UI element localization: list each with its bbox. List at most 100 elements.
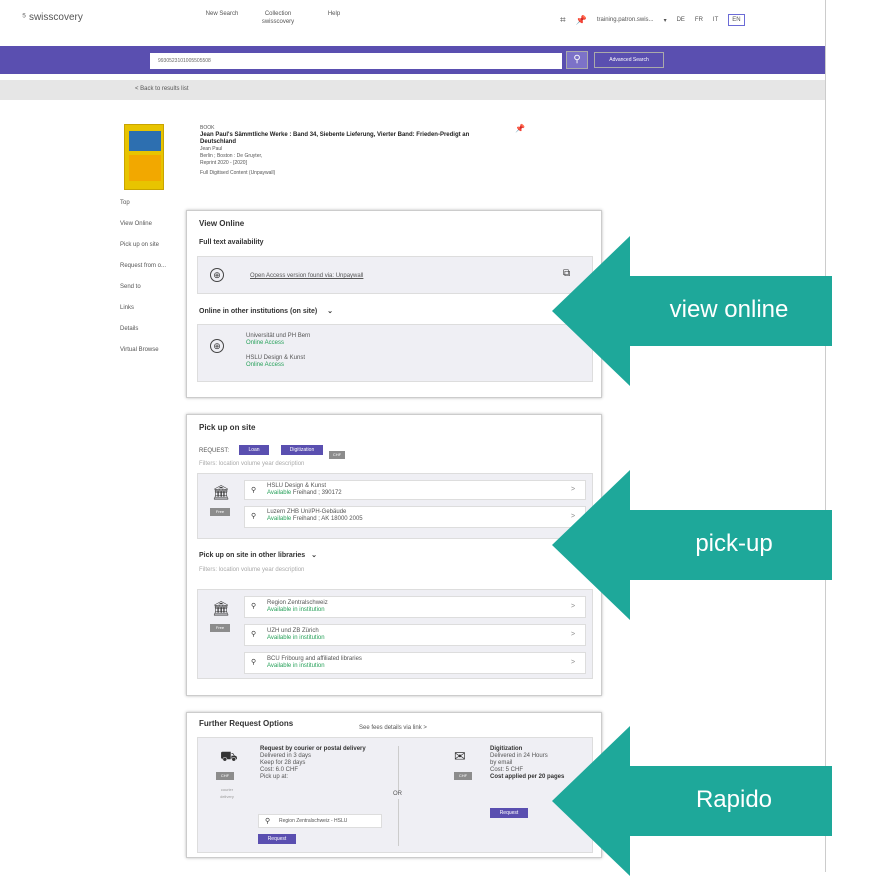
library-icon: 🏛 [212,484,230,500]
courier-heading: Request by courier or postal delivery [260,746,366,752]
location-row[interactable]: ⚲ Luzern ZHB Uni/PH-Gebäude Available Fre… [244,506,586,528]
record-year: Reprint 2020 - [2020] [200,160,247,166]
institution-1-status[interactable]: Online Access [246,340,310,347]
other-locations-box: 🏛 Free ⚲ Region Zentralschweiz Available … [197,589,593,679]
location-2: Luzern ZHB Uni/PH-Gebäude Available Freih… [267,509,363,523]
courier-line-4: Pick up at: [260,774,289,780]
pin-record-icon[interactable]: 📌 [515,125,525,133]
free-tag: Free [210,624,230,632]
institution-2-status[interactable]: Online Access [246,362,305,369]
institution-2[interactable]: HSLU Design & Kunst Online Access [246,355,305,369]
location-pin-icon: ⚲ [265,818,271,825]
request-label: REQUEST: [199,448,230,454]
record-title[interactable]: Jean Paul's Sämmtliche Werke : Band 34, … [200,132,500,146]
globe-icon: ⊕ [210,339,224,353]
logo[interactable]: ⁵ swisscovery [22,12,83,23]
cover-art [129,155,161,181]
courier-request-button[interactable]: Request [258,834,296,844]
record-publisher: Berlin ; Boston : De Gruyter, [200,153,263,159]
institution-1[interactable]: Universität und PH Bern Online Access [246,333,310,347]
search-icon: ⚲ [573,54,581,65]
free-tag: Free [210,508,230,516]
digitization-chf-tag: CHF [454,772,472,780]
oa-link[interactable]: Open Access version found via: Unpaywall [250,273,363,280]
location-row[interactable]: ⚲ HSLU Design & Kunst Available Freihand … [244,480,586,500]
nav-collection[interactable]: Collection swisscovery [256,10,300,26]
book-cover[interactable] [124,124,164,190]
chevron-right-icon: > [571,631,576,638]
full-text-title: Full text availability [199,239,264,246]
other-location-2: UZH und ZB Zürich Available in institutio… [267,628,325,642]
lang-fr[interactable]: FR [695,17,703,23]
loan-button[interactable]: Loan [239,445,269,455]
user-menu[interactable]: training.patron.swis... [597,17,654,23]
other-filters-row[interactable]: Filters: location volume year descriptio… [199,567,304,574]
other-location-3-status: Available in institution [267,663,325,669]
mail-icon: ✉ [454,748,466,764]
view-online-title: View Online [199,219,245,228]
fees-link[interactable]: See fees details via link > [359,725,427,732]
other-location-1-status: Available in institution [267,607,325,613]
nav-new-search[interactable]: New Search [200,10,244,26]
callout-pickup: pick-up [695,530,773,557]
top-bar: ⁵ swisscovery New Search Collection swis… [0,0,825,46]
or-label: OR [392,790,403,799]
chevron-down-icon: ⌄ [311,552,318,559]
pickup-panel: Pick up on site REQUEST: Loan Digitizati… [186,414,602,696]
other-location-2-name: UZH und ZB Zürich [267,628,319,634]
location-pin-icon: ⚲ [251,631,257,638]
pickup-location-value: Region Zentralschweiz - HSLU [279,818,348,824]
other-institutions-title[interactable]: Online in other institutions (on site) ⌄ [199,307,333,315]
other-libraries-title[interactable]: Pick up on site in other libraries ⌄ [199,551,317,559]
sidenav-virtual-browse[interactable]: Virtual Browse [120,347,166,368]
other-libraries-label: Pick up on site in other libraries [199,552,306,559]
other-location-row[interactable]: ⚲ BCU Fribourg and affiliated libraries A… [244,652,586,674]
search-button[interactable]: ⚲ [566,51,588,69]
sidenav-pickup[interactable]: Pick up on site [120,242,166,263]
pin-icon[interactable]: 📌 [576,15,587,26]
lang-en[interactable]: EN [728,14,745,26]
courier-details: Request by courier or postal delivery De… [260,746,380,781]
chevron-down-icon: ⌄ [327,308,334,315]
nav-help[interactable]: Help [312,10,356,26]
locations-box: 🏛 Free ⚲ HSLU Design & Kunst Available Fr… [197,473,593,539]
other-location-row[interactable]: ⚲ UZH und ZB Zürich Available in institut… [244,624,586,646]
location-pin-icon: ⚲ [251,659,257,666]
sidenav-top[interactable]: Top [120,200,166,221]
back-to-results-link[interactable]: < Back to results list [135,86,189,92]
institution-1-name: Universität und PH Bern [246,333,311,339]
institution-2-name: HSLU Design & Kunst [246,355,306,361]
record-summary: BOOK Jean Paul's Sämmtliche Werke : Band… [200,125,540,177]
sidenav-send-to[interactable]: Send to [120,284,166,305]
logo-text: swisscovery [28,12,83,23]
sidenav-details[interactable]: Details [120,326,166,347]
pickup-location-select[interactable]: ⚲ Region Zentralschweiz - HSLU [258,814,382,828]
location-1-status: Available [267,490,292,496]
location-1-detail: Freihand ; 390172 [292,490,342,496]
digitization-button[interactable]: Digitization [281,445,323,455]
sidenav-request[interactable]: Request from o... [120,263,166,284]
lang-it[interactable]: IT [713,17,718,23]
chevron-down-icon[interactable]: ▾ [664,17,667,24]
record-note[interactable]: Full Digitised Content (Unpaywall) [200,170,540,177]
search-input[interactable]: 9930523101005505508 [150,53,562,69]
institutions-box: ⊕ Universität und PH Bern Online Access H… [197,324,593,382]
logo-icon: ⁵ [22,12,29,23]
qr-icon[interactable]: ⌗ [560,15,566,26]
other-location-2-status: Available in institution [267,635,325,641]
callout-view-online: view online [669,296,789,323]
further-request-panel: Further Request Options See fees details… [186,712,602,858]
sidenav-links[interactable]: Links [120,305,166,326]
courier-chf-tag: CHF [216,772,234,780]
record-author[interactable]: Jean Paul [200,146,540,153]
filters-row[interactable]: Filters: location volume year descriptio… [199,461,304,468]
other-location-3: BCU Fribourg and affiliated libraries Ava… [267,656,362,670]
other-location-row[interactable]: ⚲ Region Zentralschweiz Available in inst… [244,596,586,618]
sidenav-view-online[interactable]: View Online [120,221,166,242]
digitization-request-button[interactable]: Request [490,808,528,818]
advanced-search-button[interactable]: Advanced Search [594,52,664,68]
further-title: Further Request Options [199,719,294,728]
section-nav: Top View Online Pick up on site Request … [120,200,166,368]
lang-de[interactable]: DE [677,17,685,23]
location-2-status: Available [267,516,292,522]
